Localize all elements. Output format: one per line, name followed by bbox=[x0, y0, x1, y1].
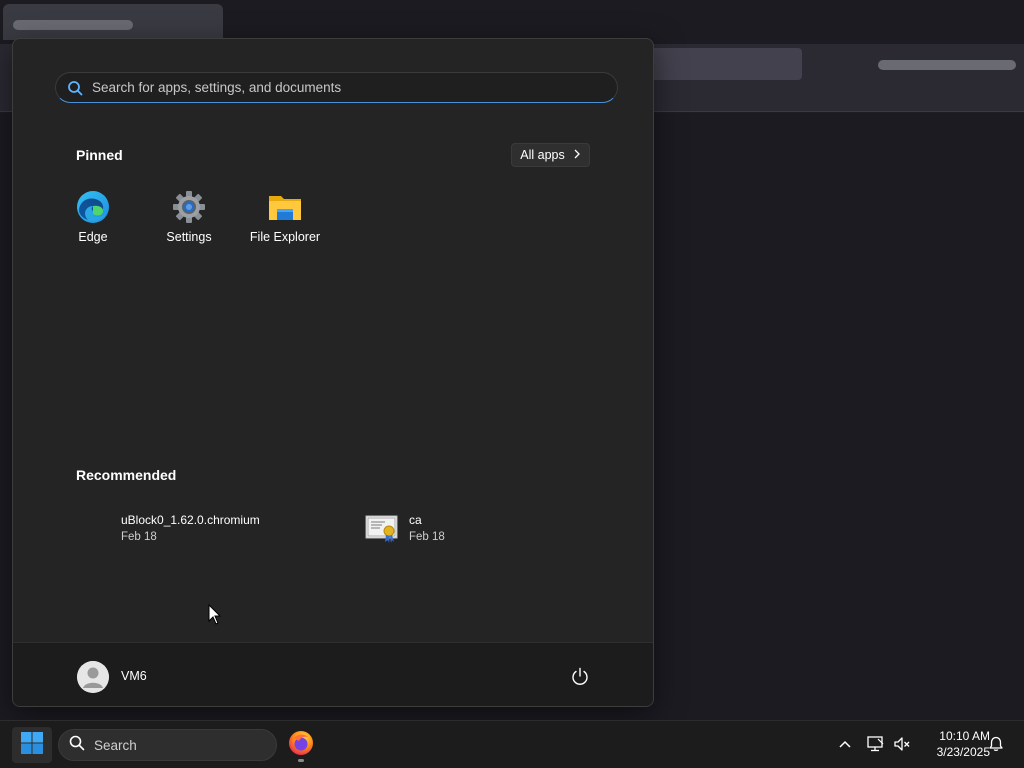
taskbar-app-firefox[interactable] bbox=[284, 727, 318, 763]
start-search-input[interactable]: Search for apps, settings, and documents bbox=[55, 72, 618, 103]
start-menu-footer: VM6 bbox=[13, 642, 653, 706]
recommended-item-date: Feb 18 bbox=[121, 531, 157, 543]
power-icon[interactable] bbox=[569, 666, 591, 688]
start-menu: Search for apps, settings, and documents… bbox=[12, 38, 654, 707]
taskbar-search-label: Search bbox=[94, 737, 137, 753]
running-indicator bbox=[298, 759, 304, 762]
pinned-app-edge[interactable]: Edge bbox=[50, 190, 136, 260]
start-search-placeholder: Search for apps, settings, and documents bbox=[92, 80, 342, 95]
background-toolbar-placeholder bbox=[878, 60, 1016, 70]
recommended-item[interactable]: uBlock0_1.62.0.chromium Feb 18 bbox=[77, 510, 260, 546]
pinned-app-label: File Explorer bbox=[249, 230, 321, 244]
all-apps-button[interactable]: All apps bbox=[511, 143, 590, 167]
settings-gear-icon bbox=[172, 190, 206, 224]
firefox-icon bbox=[288, 730, 314, 761]
user-avatar-icon[interactable] bbox=[77, 661, 109, 693]
taskbar-search-box[interactable]: Search bbox=[58, 729, 277, 761]
folder-icon bbox=[77, 511, 111, 545]
pinned-app-file-explorer[interactable]: File Explorer bbox=[242, 190, 328, 260]
mouse-cursor-icon bbox=[208, 603, 222, 626]
background-address-bar[interactable] bbox=[650, 48, 802, 80]
recommended-item-date: Feb 18 bbox=[409, 531, 445, 543]
edge-icon bbox=[76, 190, 110, 224]
recommended-item[interactable]: ca Feb 18 bbox=[365, 510, 445, 546]
notification-bell-icon[interactable] bbox=[987, 735, 1005, 753]
search-icon bbox=[66, 79, 84, 97]
folder-icon bbox=[268, 190, 302, 224]
taskbar-clock[interactable]: 10:10 AM 3/23/2025 bbox=[918, 728, 990, 760]
recommended-title: Recommended bbox=[76, 467, 177, 483]
recommended-item-name: uBlock0_1.62.0.chromium bbox=[121, 513, 260, 527]
start-button[interactable] bbox=[12, 727, 52, 763]
volume-muted-icon[interactable] bbox=[893, 735, 911, 753]
all-apps-label: All apps bbox=[520, 148, 565, 162]
windows-logo-icon bbox=[20, 731, 44, 760]
pinned-app-settings[interactable]: Settings bbox=[146, 190, 232, 260]
background-browser-tab[interactable] bbox=[3, 4, 223, 40]
chevron-right-icon bbox=[573, 148, 581, 162]
taskbar: Search 10:10 AM 3/23/2025 bbox=[0, 720, 1024, 768]
user-name[interactable]: VM6 bbox=[121, 669, 147, 683]
pinned-title: Pinned bbox=[76, 147, 123, 163]
network-icon[interactable] bbox=[867, 735, 885, 753]
pinned-app-label: Settings bbox=[166, 230, 212, 244]
pinned-app-label: Edge bbox=[78, 230, 108, 244]
clock-date: 3/23/2025 bbox=[936, 745, 990, 759]
clock-time: 10:10 AM bbox=[939, 729, 990, 743]
recommended-item-name: ca bbox=[409, 513, 422, 527]
chevron-up-icon[interactable] bbox=[836, 735, 854, 753]
certificate-icon bbox=[365, 511, 399, 545]
search-icon bbox=[69, 735, 85, 756]
tab-title-placeholder bbox=[13, 20, 133, 30]
